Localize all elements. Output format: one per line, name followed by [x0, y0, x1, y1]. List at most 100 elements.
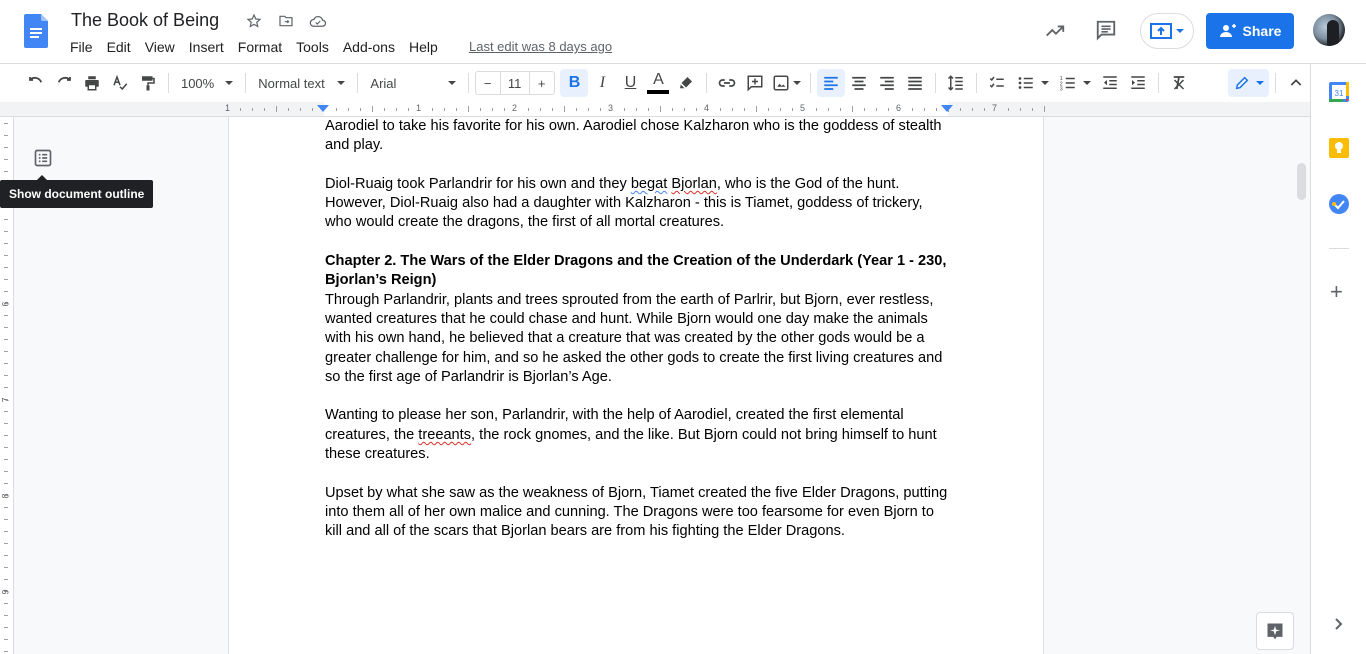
increase-indent-icon[interactable]: [1124, 69, 1152, 97]
vertical-scrollbar[interactable]: [1297, 163, 1306, 200]
spelling-error[interactable]: treeants: [418, 427, 471, 443]
person-add-icon: [1219, 24, 1236, 37]
hide-menus-chevron-up-icon[interactable]: [1282, 69, 1310, 97]
paragraph-style-select[interactable]: Normal text: [252, 76, 351, 91]
numbered-list-button[interactable]: 123: [1054, 69, 1097, 97]
toolbar-divider: [810, 73, 812, 93]
font-size-input[interactable]: 11: [499, 72, 530, 94]
menu-help[interactable]: Help: [402, 37, 445, 57]
decrease-indent-icon[interactable]: [1096, 69, 1124, 97]
ruler-tick: [696, 108, 697, 111]
align-justify-icon[interactable]: [901, 69, 929, 97]
redo-icon[interactable]: [50, 69, 78, 97]
vruler-label: 9: [0, 589, 11, 595]
undo-icon[interactable]: [22, 69, 50, 97]
ruler-tick: [1032, 108, 1033, 111]
ruler-label: 3: [608, 103, 614, 113]
align-left-icon[interactable]: [817, 69, 846, 97]
star-icon[interactable]: [244, 11, 264, 31]
docs-logo-icon[interactable]: [24, 14, 48, 48]
increase-font-size-button[interactable]: +: [530, 72, 554, 94]
present-button[interactable]: [1140, 13, 1194, 49]
ruler-tick: [672, 108, 673, 111]
vruler-tick: [4, 135, 8, 136]
menu-view[interactable]: View: [138, 37, 182, 57]
text-color-button[interactable]: A: [644, 69, 672, 97]
document-page[interactable]: Aarodiel to take his favorite for his ow…: [228, 117, 1044, 654]
zoom-select[interactable]: 100%: [175, 76, 239, 91]
ruler-tick: [492, 108, 493, 111]
checklist-icon[interactable]: [983, 69, 1011, 97]
get-addons-plus-icon[interactable]: +: [1330, 281, 1343, 303]
formatting-toolbar: 100% Normal text Arial − 11 + B I U A 1 …: [0, 64, 1310, 102]
chevron-down-icon: [1176, 29, 1184, 33]
toolbar-divider: [168, 73, 169, 93]
menu-edit[interactable]: Edit: [100, 37, 138, 57]
editing-mode-button[interactable]: [1228, 69, 1269, 97]
ruler-tick: [276, 106, 277, 112]
tasks-icon[interactable]: [1329, 194, 1349, 214]
insert-image-button[interactable]: [769, 69, 804, 97]
document-body[interactable]: Aarodiel to take his favorite for his ow…: [325, 117, 953, 542]
highlight-color-icon[interactable]: [672, 69, 700, 97]
google-docs-app: The Book of Being File Edit View Insert …: [0, 0, 1366, 654]
insert-link-icon[interactable]: [713, 69, 741, 97]
calendar-icon[interactable]: 31: [1329, 82, 1349, 102]
ruler-tick: [540, 108, 541, 111]
document-title[interactable]: The Book of Being: [71, 10, 219, 31]
align-center-icon[interactable]: [845, 69, 873, 97]
ruler-tick: [312, 108, 313, 111]
expand-side-panel-chevron-icon[interactable]: [1333, 617, 1345, 636]
vruler-tick: [4, 387, 8, 388]
bold-button[interactable]: B: [560, 69, 589, 97]
right-indent-marker[interactable]: [941, 105, 953, 112]
last-edit-link[interactable]: Last edit was 8 days ago: [469, 39, 612, 54]
ruler-tick: [396, 108, 397, 111]
activity-trend-icon[interactable]: [1044, 20, 1066, 42]
account-avatar[interactable]: [1313, 14, 1345, 46]
grammar-suggestion[interactable]: begat: [631, 176, 668, 192]
cloud-saved-icon[interactable]: [308, 11, 328, 31]
font-select[interactable]: Arial: [364, 76, 461, 91]
align-right-icon[interactable]: [873, 69, 901, 97]
spelling-error[interactable]: Bjorlan: [671, 176, 716, 192]
spellcheck-icon[interactable]: [106, 69, 134, 97]
vruler-tick: [4, 543, 8, 544]
ruler-tick: [660, 106, 661, 112]
ruler-tick: [960, 108, 961, 111]
line-spacing-icon[interactable]: [942, 69, 970, 97]
explore-icon: [1267, 623, 1283, 640]
keep-icon[interactable]: [1329, 138, 1349, 158]
ruler-tick: [552, 108, 553, 111]
paragraph: Wanting to please her son, Parlandrir, w…: [325, 406, 953, 464]
text-run: Diol-Ruaig took Parlandrir for his own a…: [325, 175, 631, 192]
vruler-tick: [4, 159, 8, 160]
share-button[interactable]: Share: [1206, 13, 1294, 49]
underline-button[interactable]: U: [616, 69, 644, 97]
move-to-folder-icon[interactable]: [276, 11, 296, 31]
document-outline-icon[interactable]: [33, 148, 53, 168]
vruler-tick: [4, 579, 8, 580]
ruler-tick: [756, 106, 757, 112]
left-indent-marker[interactable]: [317, 105, 329, 112]
ruler-tick: [264, 108, 265, 111]
menu-insert[interactable]: Insert: [182, 37, 231, 57]
ruler-label: 4: [704, 103, 710, 113]
bulleted-list-button[interactable]: [1011, 69, 1054, 97]
bulleted-list-icon: [1018, 77, 1033, 89]
menu-format[interactable]: Format: [231, 37, 289, 57]
comments-icon[interactable]: [1095, 19, 1117, 41]
chevron-down-icon: [447, 81, 456, 85]
italic-button[interactable]: I: [588, 69, 616, 97]
menu-file[interactable]: File: [63, 37, 100, 57]
explore-button[interactable]: [1256, 612, 1294, 650]
menu-addons[interactable]: Add-ons: [336, 37, 402, 57]
paint-format-icon[interactable]: [134, 69, 162, 97]
add-comment-icon[interactable]: [741, 69, 769, 97]
decrease-font-size-button[interactable]: −: [476, 72, 500, 94]
print-icon[interactable]: [78, 69, 106, 97]
vruler-tick: [4, 447, 8, 448]
ruler-tick: [252, 108, 253, 111]
menu-tools[interactable]: Tools: [289, 37, 336, 57]
clear-formatting-icon[interactable]: [1165, 69, 1193, 97]
